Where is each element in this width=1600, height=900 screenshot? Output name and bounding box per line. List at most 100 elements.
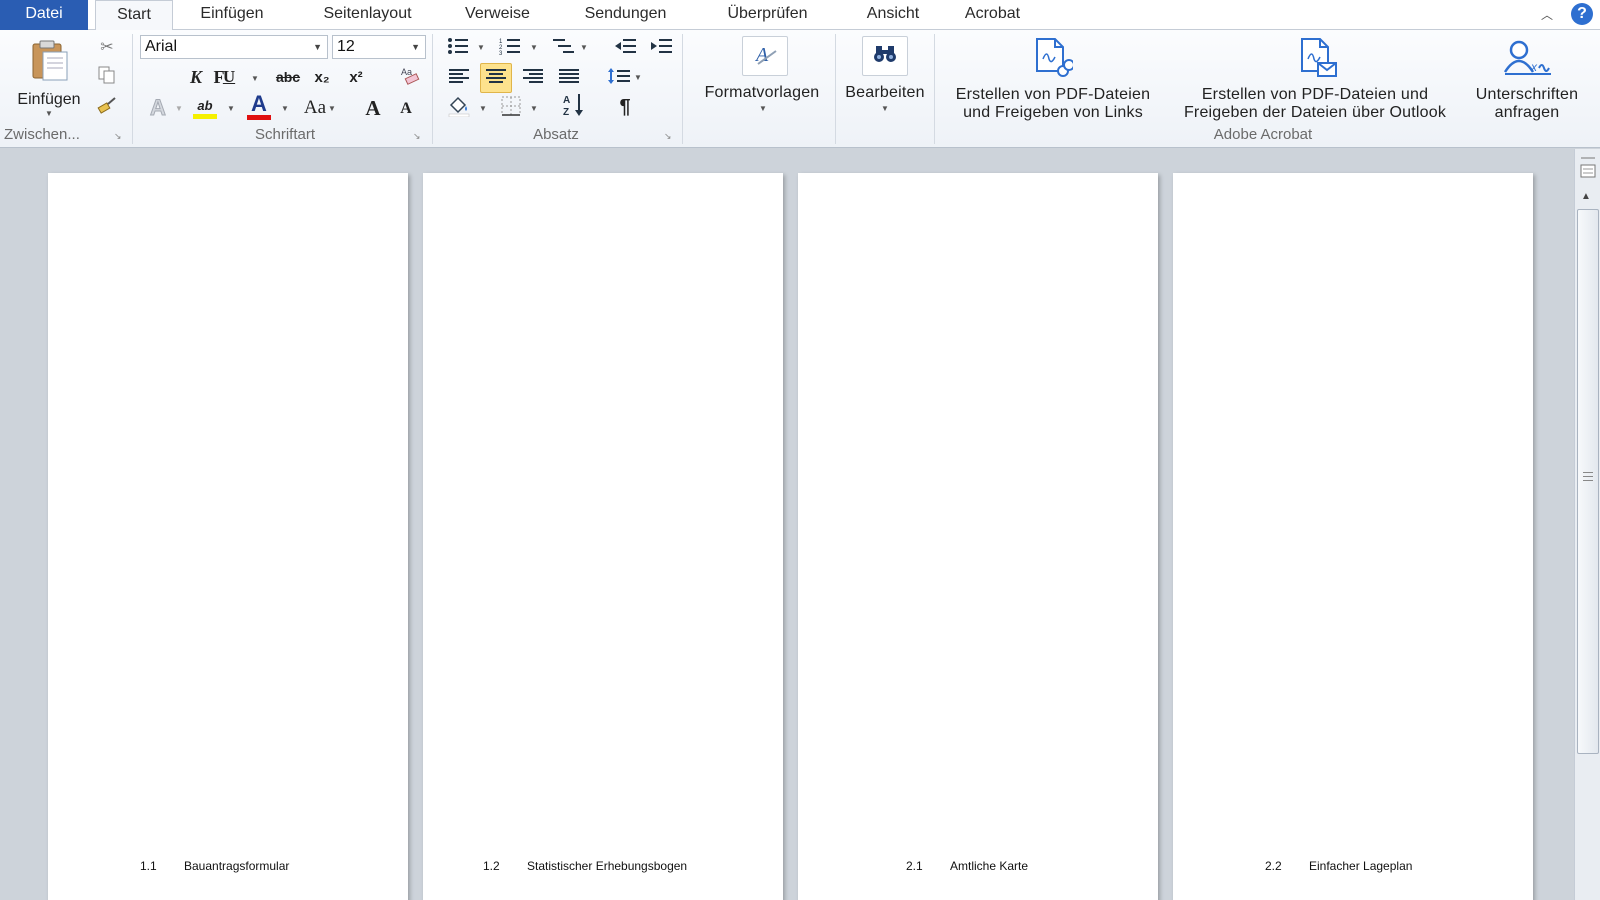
chevron-down-icon[interactable]: ▼ <box>634 73 642 82</box>
underline-button[interactable]: U <box>216 64 242 90</box>
chevron-down-icon[interactable]: ▼ <box>881 104 889 113</box>
justify-button[interactable] <box>554 64 584 92</box>
tab-file[interactable]: Datei <box>0 0 88 30</box>
show-formatting-marks-button[interactable]: ¶ <box>610 92 640 122</box>
styles-gallery-button[interactable]: A <box>742 36 788 76</box>
chevron-down-icon[interactable]: ▼ <box>530 104 538 113</box>
chevron-down-icon[interactable]: ▼ <box>251 74 259 83</box>
font-family-value: Arial <box>145 38 178 55</box>
find-button[interactable] <box>862 36 908 76</box>
sort-icon: AZ <box>562 92 588 123</box>
page-caption-title: Statistischer Erhebungsbogen <box>527 859 688 873</box>
ruler-toggle-icon[interactable] <box>1579 155 1597 185</box>
bullets-button[interactable] <box>444 35 472 61</box>
change-case-button[interactable]: Aa <box>298 94 332 122</box>
chevron-down-icon[interactable]: ▼ <box>479 104 487 113</box>
borders-button[interactable] <box>496 94 526 122</box>
strikethrough-button[interactable]: abc <box>270 64 306 90</box>
tab-ansicht[interactable]: Ansicht <box>848 0 938 30</box>
clear-formatting-button[interactable]: Aa <box>398 64 424 90</box>
numbered-list-icon: 123 <box>499 37 521 60</box>
svg-text:Aa: Aa <box>401 67 412 77</box>
font-group-label: Schriftart <box>254 126 315 143</box>
shading-button[interactable] <box>444 94 474 122</box>
help-icon[interactable]: ? <box>1571 3 1593 25</box>
chevron-down-icon[interactable]: ▼ <box>328 104 336 113</box>
page-caption: 1.2 Statistischer Erhebungsbogen <box>483 859 687 873</box>
copy-button[interactable] <box>96 66 118 88</box>
chevron-down-icon[interactable]: ▼ <box>580 43 588 52</box>
chevron-down-icon[interactable]: ▼ <box>477 43 485 52</box>
font-dialog-launcher-icon[interactable]: ↘ <box>413 131 424 141</box>
scroll-thumb[interactable] <box>1577 209 1599 754</box>
styles-icon: A <box>750 39 780 74</box>
create-pdf-outlook-button[interactable] <box>1295 37 1341 84</box>
text-effects-button[interactable]: A <box>144 94 172 122</box>
page-caption: 2.2 Einfacher Lageplan <box>1265 859 1412 873</box>
highlighter-icon: ab <box>197 97 213 113</box>
multilevel-list-button[interactable] <box>548 35 578 61</box>
shrink-font-button[interactable]: A <box>395 96 417 122</box>
chevron-down-icon[interactable]: ▼ <box>530 43 538 52</box>
italic-button[interactable]: K <box>183 64 209 90</box>
request-signatures-label[interactable]: Unterschriften anfragen <box>1462 86 1592 122</box>
ribbon: Einfügen ▼ ✂ Zwischen... ↘ Arial ▼ 12 ▼ … <box>0 30 1600 148</box>
collapse-ribbon-icon[interactable]: ︿ <box>1538 6 1556 24</box>
clipboard-dialog-launcher-icon[interactable]: ↘ <box>114 131 125 141</box>
borders-icon <box>501 96 521 121</box>
create-pdf-link-label[interactable]: Erstellen von PDF-Dateien und Freigeben … <box>938 86 1168 122</box>
group-divider <box>835 34 836 144</box>
page[interactable]: 1.1 Bauantragsformular <box>48 173 408 900</box>
paste-button[interactable]: Einfügen ▼ <box>8 34 90 122</box>
increase-indent-button[interactable] <box>646 35 676 61</box>
create-pdf-outlook-label-line1: Erstellen von PDF-Dateien und <box>1201 86 1429 103</box>
tab-start[interactable]: Start <box>95 0 173 31</box>
tab-ueberpruefen[interactable]: Überprüfen <box>705 0 830 30</box>
page[interactable]: 1.2 Statistischer Erhebungsbogen <box>423 173 783 900</box>
editing-label[interactable]: Bearbeiten <box>838 84 932 102</box>
numbering-button[interactable]: 123 <box>496 35 524 61</box>
font-size-select[interactable]: 12 ▼ <box>332 35 426 59</box>
cut-button[interactable]: ✂ <box>96 36 118 58</box>
outdent-icon <box>613 37 637 60</box>
font-color-button[interactable]: A <box>244 92 274 122</box>
align-left-button[interactable] <box>444 64 474 92</box>
chevron-down-icon[interactable]: ▼ <box>227 104 235 113</box>
chevron-down-icon[interactable]: ▼ <box>759 104 767 113</box>
superscript-button[interactable]: x² <box>342 64 370 90</box>
page[interactable]: 2.2 Einfacher Lageplan <box>1173 173 1533 900</box>
page[interactable]: 2.1 Amtliche Karte <box>798 173 1158 900</box>
font-family-select[interactable]: Arial ▼ <box>140 35 328 59</box>
chevron-down-icon: ▼ <box>411 42 420 52</box>
line-spacing-button[interactable] <box>604 64 634 92</box>
document-area[interactable]: 1.1 Bauantragsformular 1.2 Statistischer E… <box>0 149 1574 900</box>
align-center-button[interactable] <box>480 63 512 93</box>
tab-einfuegen[interactable]: Einfügen <box>182 0 282 30</box>
tab-verweise[interactable]: Verweise <box>450 0 545 30</box>
create-pdf-link-button[interactable] <box>1030 37 1076 86</box>
chevron-down-icon[interactable]: ▼ <box>281 104 289 113</box>
tab-acrobat[interactable]: Acrobat <box>950 0 1035 30</box>
justify-icon <box>558 68 580 89</box>
signature-icon: x <box>1501 38 1553 85</box>
request-signatures-button[interactable]: x <box>1500 38 1554 84</box>
subscript-button[interactable]: x₂ <box>308 64 336 90</box>
align-right-button[interactable] <box>518 64 548 92</box>
scroll-up-arrow-icon[interactable]: ▲ <box>1581 191 1591 202</box>
pdf-link-icon <box>1033 37 1075 86</box>
sort-button[interactable]: AZ <box>560 92 590 122</box>
chevron-down-icon: ▼ <box>313 42 322 52</box>
decrease-indent-button[interactable] <box>610 35 640 61</box>
highlight-button[interactable]: ab <box>190 94 220 122</box>
tab-sendungen[interactable]: Sendungen <box>563 0 688 30</box>
grow-font-button[interactable]: A <box>360 94 386 122</box>
tab-seitenlayout[interactable]: Seitenlayout <box>300 0 435 30</box>
vertical-scrollbar[interactable]: ▲ <box>1574 149 1600 900</box>
font-size-value: 12 <box>337 38 355 55</box>
format-painter-button[interactable] <box>96 96 118 118</box>
clipboard-group-label: Zwischen... <box>4 126 80 143</box>
styles-label[interactable]: Formatvorlagen <box>692 84 832 102</box>
create-pdf-link-label-line2: und Freigeben von Links <box>963 104 1143 121</box>
create-pdf-outlook-label[interactable]: Erstellen von PDF-Dateien und Freigeben … <box>1160 86 1470 122</box>
paragraph-dialog-launcher-icon[interactable]: ↘ <box>664 131 675 141</box>
